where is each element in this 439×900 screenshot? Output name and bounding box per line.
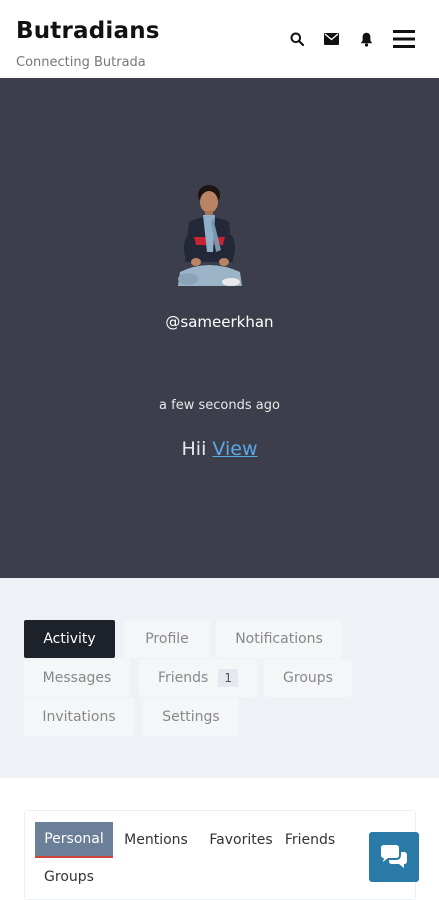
subtab-friends[interactable]: Friends bbox=[281, 822, 339, 858]
friends-count-badge: 1 bbox=[218, 669, 238, 687]
tab-profile[interactable]: Profile bbox=[124, 620, 210, 658]
activity-subnav: Personal Mentions Favorites Friends Grou… bbox=[24, 810, 416, 900]
chat-button[interactable] bbox=[369, 832, 419, 882]
search-icon[interactable] bbox=[287, 29, 307, 49]
activity-timestamp: a few seconds ago bbox=[159, 398, 280, 413]
tab-groups[interactable]: Groups bbox=[264, 659, 352, 697]
subtab-mentions[interactable]: Mentions bbox=[117, 822, 195, 858]
subtab-groups[interactable]: Groups bbox=[37, 859, 101, 895]
bell-icon[interactable] bbox=[356, 29, 376, 49]
tab-friends[interactable]: Friends 1 bbox=[139, 659, 257, 697]
chat-bubbles-icon bbox=[381, 845, 407, 868]
tab-invitations[interactable]: Invitations bbox=[24, 698, 134, 736]
envelope-icon[interactable] bbox=[321, 29, 341, 49]
site-header: Butradians Connecting Butrada bbox=[0, 0, 439, 78]
hamburger-menu-icon[interactable] bbox=[392, 29, 416, 49]
subtab-personal[interactable]: Personal bbox=[35, 822, 113, 858]
site-tagline: Connecting Butrada bbox=[16, 55, 146, 70]
tab-activity[interactable]: Activity bbox=[24, 620, 115, 658]
profile-username[interactable]: @sameerkhan bbox=[0, 313, 439, 331]
tab-messages[interactable]: Messages bbox=[24, 659, 130, 697]
tab-friends-label: Friends bbox=[158, 670, 209, 686]
tab-settings[interactable]: Settings bbox=[143, 698, 239, 736]
tab-notifications[interactable]: Notifications bbox=[216, 620, 342, 658]
status-view-link[interactable]: View bbox=[212, 438, 257, 460]
profile-nav: Activity Profile Notifications Messages … bbox=[0, 578, 439, 778]
status-text: Hii bbox=[181, 438, 207, 460]
latest-status: Hii View bbox=[0, 438, 439, 460]
avatar[interactable] bbox=[176, 182, 246, 286]
subtab-favorites[interactable]: Favorites bbox=[199, 822, 283, 858]
profile-cover: @sameerkhan a few seconds ago Hii View bbox=[0, 78, 439, 578]
site-title[interactable]: Butradians bbox=[16, 18, 160, 44]
